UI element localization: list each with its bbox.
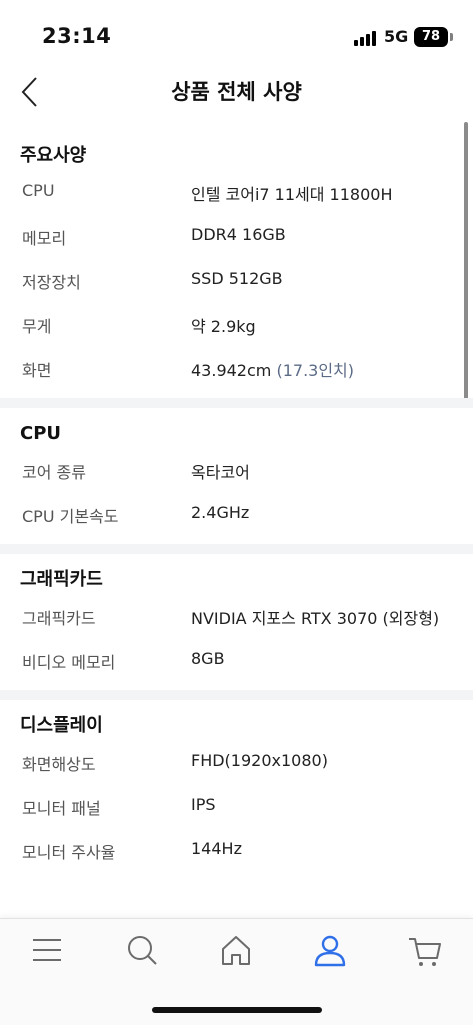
spec-label: CPU	[22, 181, 55, 200]
spec-row-cpu: CPU 인텔 코어i7 11세대 11800H	[0, 170, 473, 214]
battery-icon: 78	[414, 27, 448, 47]
spec-row-screen: 화면 43.942cm (17.3인치)	[0, 346, 473, 390]
spec-label: CPU 기본속도	[22, 507, 119, 526]
spec-row-resolution: 화면해상도 FHD(1920x1080)	[0, 740, 473, 784]
spec-label: 그래픽카드	[22, 609, 96, 628]
spec-content: 주요사양 CPU 인텔 코어i7 11세대 11800H 메모리 DDR4 16…	[0, 130, 473, 880]
spec-value: 옥타코어	[191, 463, 250, 482]
home-indicator	[152, 1007, 322, 1013]
page-title: 상품 전체 사양	[171, 80, 302, 104]
section-title: CPU	[20, 423, 62, 444]
nav-my-page[interactable]	[310, 931, 350, 971]
screen-size-inch: (17.3인치)	[276, 361, 355, 380]
spec-row-core-type: 코어 종류 옥타코어	[0, 448, 473, 492]
spec-label: 비디오 메모리	[22, 653, 116, 672]
spec-row-vram: 비디오 메모리 8GB	[0, 638, 473, 682]
nav-menu[interactable]	[27, 931, 67, 971]
spec-value: NVIDIA 지포스 RTX 3070 (외장형)	[191, 609, 440, 628]
spec-label: 모니터 패널	[22, 799, 101, 818]
section-graphics: 그래픽카드 그래픽카드 NVIDIA 지포스 RTX 3070 (외장형) 비디…	[0, 554, 473, 700]
spec-value: IPS	[191, 795, 216, 814]
spec-row-weight: 무게 약 2.9kg	[0, 302, 473, 346]
spec-label: 무게	[22, 317, 52, 336]
spec-value: FHD(1920x1080)	[191, 751, 328, 770]
signal-icon	[354, 30, 378, 46]
spec-row-refresh-rate: 모니터 주사율 144Hz	[0, 828, 473, 872]
spec-row-memory: 메모리 DDR4 16GB	[0, 214, 473, 258]
spec-row-storage: 저장장치 SSD 512GB	[0, 258, 473, 302]
spec-value: 8GB	[191, 649, 225, 668]
section-display: 디스플레이 화면해상도 FHD(1920x1080) 모니터 패널 IPS 모니…	[0, 700, 473, 880]
section-title: 그래픽카드	[20, 569, 103, 590]
section-main-specs: 주요사양 CPU 인텔 코어i7 11세대 11800H 메모리 DDR4 16…	[0, 130, 473, 408]
section-title: 주요사양	[20, 145, 87, 166]
spec-row-cpu-speed: CPU 기본속도 2.4GHz	[0, 492, 473, 536]
battery-tip	[450, 33, 453, 41]
home-icon	[222, 936, 250, 965]
spec-label: 저장장치	[22, 273, 81, 292]
spec-value: SSD 512GB	[191, 269, 283, 288]
nav-home[interactable]	[216, 931, 256, 971]
spec-label: 메모리	[22, 229, 67, 248]
section-cpu: CPU 코어 종류 옥타코어 CPU 기본속도 2.4GHz	[0, 408, 473, 554]
nav-cart[interactable]	[405, 931, 445, 971]
spec-label: 화면	[22, 361, 52, 380]
spec-value: 약 2.9kg	[191, 317, 256, 336]
nav-search[interactable]	[122, 931, 162, 971]
cart-icon	[409, 938, 441, 966]
network-type: 5G	[384, 27, 409, 46]
spec-value: 43.942cm (17.3인치)	[191, 357, 354, 381]
spec-value: 2.4GHz	[191, 503, 250, 522]
spec-value: 인텔 코어i7 11세대 11800H	[191, 185, 393, 204]
user-icon	[314, 935, 346, 967]
spec-label: 코어 종류	[22, 463, 86, 482]
spec-row-panel: 모니터 패널 IPS	[0, 784, 473, 828]
spec-row-gpu: 그래픽카드 NVIDIA 지포스 RTX 3070 (외장형)	[0, 594, 473, 638]
page-header: 상품 전체 사양	[0, 62, 473, 122]
search-icon	[128, 936, 157, 965]
spec-label: 화면해상도	[22, 755, 96, 774]
spec-value: 144Hz	[191, 839, 242, 858]
menu-icon	[33, 939, 61, 961]
spec-value: DDR4 16GB	[191, 225, 286, 244]
section-title: 디스플레이	[20, 715, 103, 736]
status-time: 23:14	[42, 24, 112, 48]
spec-label: 모니터 주사율	[22, 843, 116, 862]
screen-size-cm: 43.942cm	[191, 361, 272, 380]
